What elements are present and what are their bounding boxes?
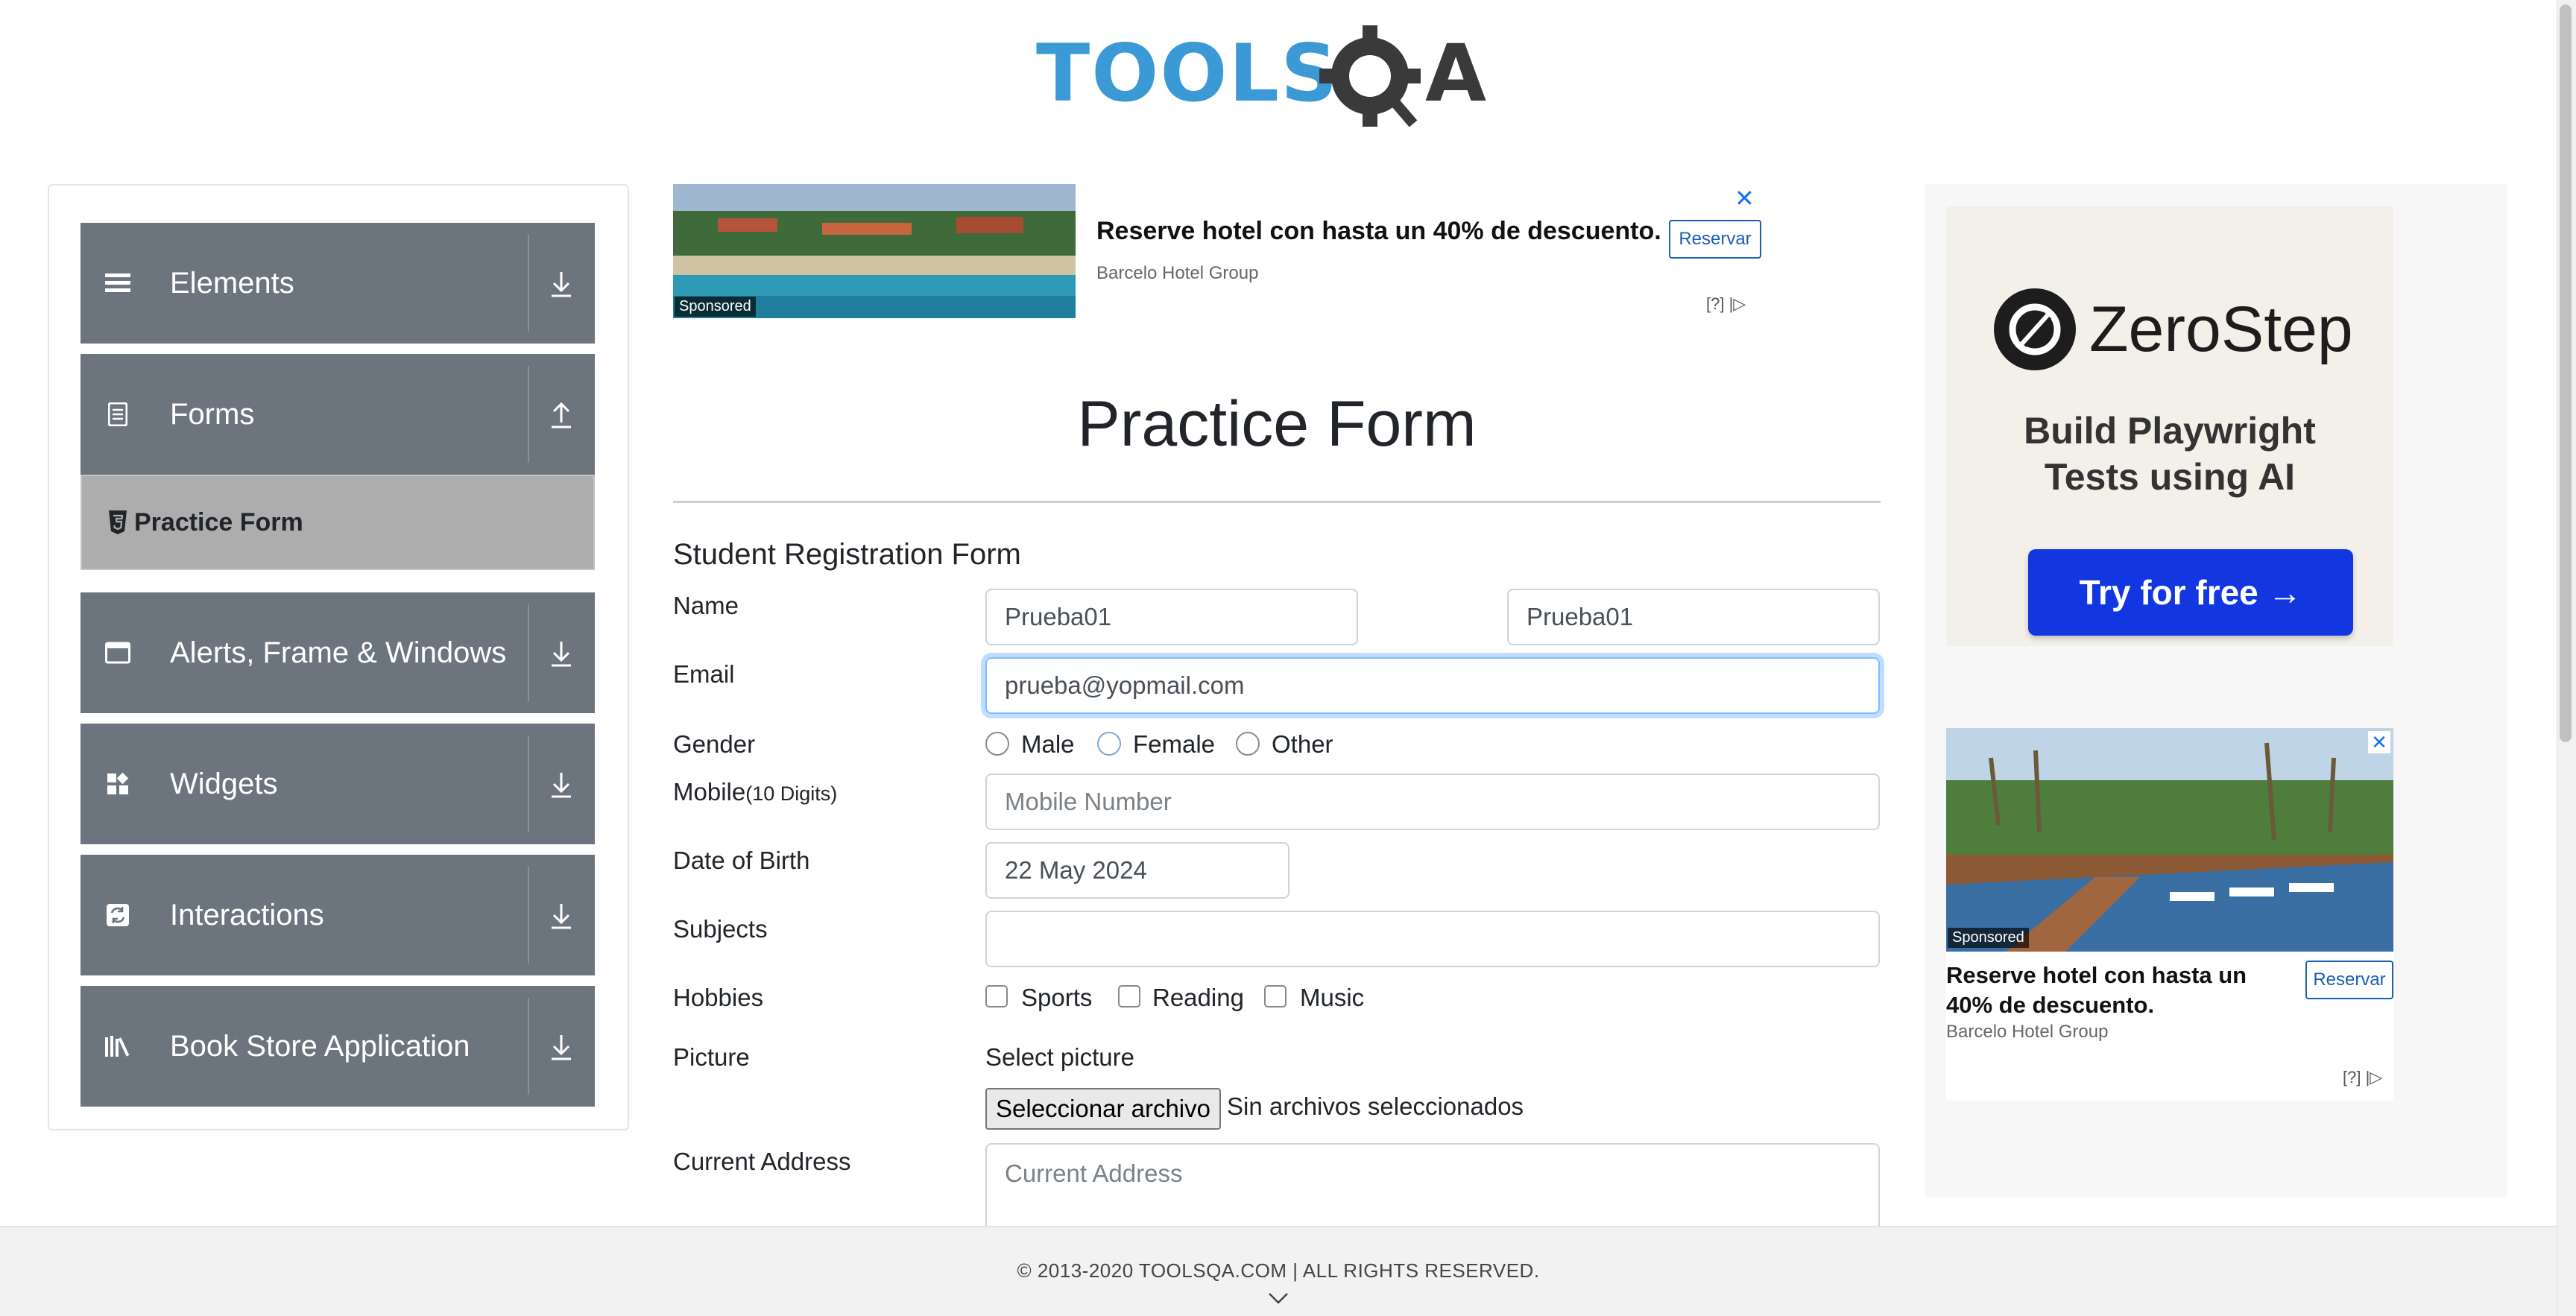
download-arrow-icon[interactable]	[541, 634, 581, 674]
tagline-line: Tests using AI	[2044, 456, 2296, 498]
books-icon	[104, 1028, 131, 1065]
divider	[673, 501, 1881, 503]
form-title: Student Registration Form	[673, 538, 1021, 571]
svg-text:A: A	[1425, 28, 1486, 119]
tagline-line: Build Playwright	[2024, 410, 2316, 452]
sidebar-group-label: Interactions	[170, 899, 324, 931]
gender-male-radio[interactable]	[985, 732, 1009, 756]
download-arrow-icon[interactable]	[541, 265, 581, 305]
gender-other-radio[interactable]	[1236, 732, 1260, 756]
sponsored-label: Sponsored	[675, 297, 756, 317]
sidebar-item-label: Practice Form	[134, 508, 303, 537]
divider	[528, 604, 529, 701]
download-arrow-icon[interactable]	[541, 896, 581, 937]
hobby-sports-checkbox[interactable]	[985, 985, 1008, 1007]
email-label: Email	[673, 660, 735, 688]
gender-option-label[interactable]: Other	[1272, 730, 1333, 759]
reservar-button[interactable]: Reservar	[2305, 961, 2393, 999]
sidebar: Elements Forms Practice Form Alerts, Fra…	[48, 184, 629, 1130]
scrollbar-thumb[interactable]	[2560, 4, 2572, 742]
mobile-hint: (10 Digits)	[745, 782, 838, 805]
divider	[528, 867, 529, 964]
toolsqa-logo[interactable]: TOOLS A	[1036, 22, 1521, 134]
date-of-birth-input[interactable]: 22 May 2024	[985, 842, 1289, 899]
gender-option-label[interactable]: Male	[1021, 730, 1075, 759]
chevron-down-icon[interactable]	[1267, 1291, 1289, 1306]
name-label: Name	[673, 592, 739, 619]
mobile-label: Mobile(10 Digits)	[673, 778, 837, 806]
gender-option-label[interactable]: Female	[1133, 730, 1215, 759]
divider	[528, 235, 529, 332]
first-name-input[interactable]: Prueba01	[985, 589, 1358, 645]
adchoices-icon[interactable]: [?] |▷	[1706, 294, 1746, 314]
email-input[interactable]: prueba@yopmail.com	[985, 657, 1880, 714]
adchoices-icon[interactable]: [?] |▷	[2343, 1068, 2382, 1087]
file-status: Sin archivos seleccionados	[1227, 1092, 1524, 1120]
sidebar-group-widgets[interactable]: Widgets	[80, 724, 595, 844]
try-for-free-button[interactable]: Try for free →	[2028, 549, 2353, 636]
subjects-input[interactable]	[985, 911, 1880, 967]
widgets-icon	[104, 765, 131, 803]
zerostep-ad[interactable]: ZeroStep Build Playwright Tests using AI…	[1946, 206, 2393, 646]
footer-copyright: © 2013-2020 TOOLSQA.COM | ALL RIGHTS RES…	[1017, 1259, 1540, 1282]
gender-label: Gender	[673, 730, 756, 758]
ad-headline[interactable]: Reserve hotel con hasta un 40% de descue…	[1946, 961, 2289, 1020]
picture-label: Picture	[673, 1043, 750, 1071]
hotel-ad[interactable]: Sponsored ✕ Reserve hotel con hasta un 4…	[1946, 728, 2393, 1101]
document-icon	[104, 396, 131, 433]
hobby-option-label[interactable]: Reading	[1152, 984, 1244, 1012]
interactions-icon	[104, 896, 131, 934]
ad-headline[interactable]: Reserve hotel con hasta un 40% de descue…	[1096, 217, 1661, 246]
hamburger-icon	[104, 265, 131, 302]
last-name-input[interactable]: Prueba01	[1507, 589, 1880, 645]
zerostep-logo-icon	[1994, 288, 2076, 370]
sidebar-group-interactions[interactable]: Interactions	[80, 855, 595, 975]
gender-female-radio[interactable]	[1097, 732, 1121, 756]
download-arrow-icon[interactable]	[541, 765, 581, 806]
sidebar-group-label: Widgets	[170, 768, 278, 800]
sidebar-group-elements[interactable]: Elements	[80, 223, 595, 344]
sponsored-label: Sponsored	[1948, 928, 2029, 948]
zerostep-tagline: Build Playwright Tests using AI	[1946, 408, 2393, 500]
sidebar-group-alerts[interactable]: Alerts, Frame & Windows	[80, 592, 595, 713]
subjects-label: Subjects	[673, 915, 768, 943]
ad-hotel-pool-image[interactable]	[1946, 728, 2393, 952]
ad-hotel-image[interactable]: Sponsored	[673, 184, 1076, 318]
hobby-option-label[interactable]: Sports	[1021, 984, 1092, 1012]
divider	[528, 735, 529, 832]
ad-brand: Barcelo Hotel Group	[1946, 1022, 2109, 1042]
sidebar-group-book-store[interactable]: Book Store Application	[80, 986, 595, 1107]
logo-text-tools: TOOLS	[1036, 28, 1339, 119]
window-icon	[104, 634, 131, 671]
download-arrow-icon[interactable]	[541, 1028, 581, 1068]
current-address-label: Current Address	[673, 1148, 851, 1175]
divider	[528, 366, 529, 463]
sidebar-item-practice-form[interactable]: Practice Form	[80, 475, 595, 570]
html5-icon	[107, 509, 128, 536]
hobby-music-checkbox[interactable]	[1264, 985, 1287, 1007]
mobile-label-text: Mobile	[673, 778, 746, 806]
ad-brand: Barcelo Hotel Group	[1096, 263, 1259, 283]
close-icon[interactable]: ✕	[2368, 731, 2390, 753]
page-title: Practice Form	[1077, 388, 1477, 460]
close-icon[interactable]: ✕	[1734, 184, 1755, 212]
sidebar-group-label: Forms	[170, 398, 255, 431]
sidebar-group-label: Book Store Application	[170, 1030, 470, 1063]
hobby-option-label[interactable]: Music	[1300, 984, 1364, 1012]
right-ad-column: ZeroStep Build Playwright Tests using AI…	[1925, 184, 2507, 1198]
sidebar-group-forms[interactable]: Forms	[80, 354, 595, 475]
hobby-reading-checkbox[interactable]	[1118, 985, 1140, 1007]
divider	[528, 998, 529, 1095]
hobbies-label: Hobbies	[673, 984, 764, 1011]
upload-arrow-icon[interactable]	[541, 396, 581, 436]
top-ad-banner[interactable]: Sponsored Reserve hotel con hasta un 40%…	[673, 184, 1761, 318]
reservar-button[interactable]: Reservar	[1669, 220, 1761, 259]
mobile-input[interactable]: Mobile Number	[985, 774, 1880, 830]
choose-file-button[interactable]: Seleccionar archivo	[985, 1088, 1221, 1130]
sidebar-group-label: Alerts, Frame & Windows	[170, 636, 507, 669]
sidebar-group-label: Elements	[170, 267, 294, 300]
zerostep-brand-name: ZeroStep	[2089, 294, 2353, 365]
select-picture-label: Select picture	[985, 1043, 1134, 1071]
dob-label: Date of Birth	[673, 847, 810, 874]
